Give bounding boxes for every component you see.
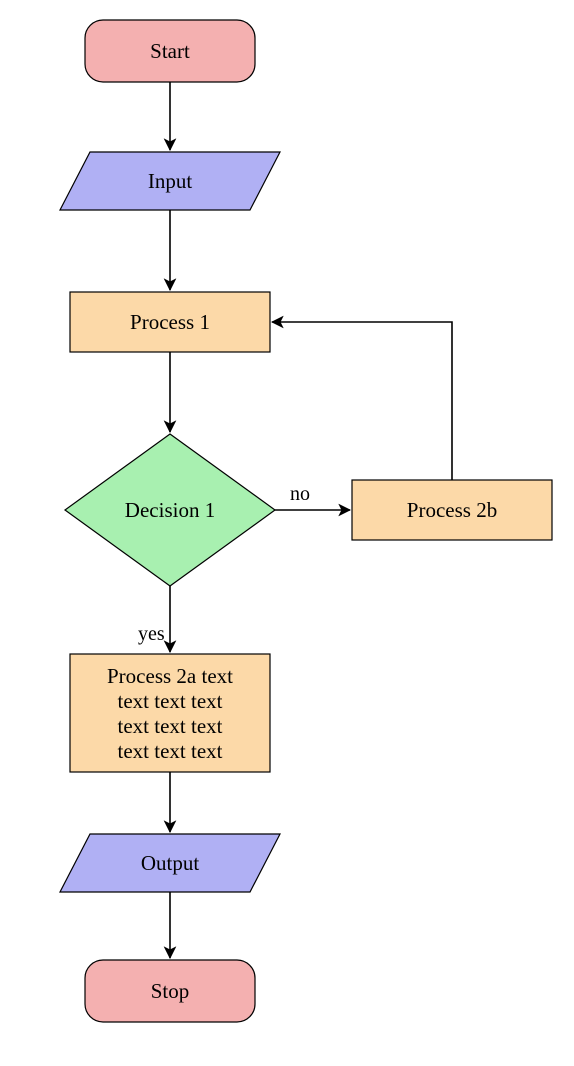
node-output: Output — [60, 834, 280, 892]
flowchart-canvas: Start Input Process 1 Decision 1 yes no … — [0, 0, 574, 1066]
node-process-2a-line-4: text text text — [118, 739, 223, 763]
node-stop: Stop — [85, 960, 255, 1022]
node-input-label: Input — [148, 169, 192, 193]
node-process-2a: Process 2a text text text text text text… — [70, 654, 270, 772]
edge-label-no: no — [290, 483, 310, 505]
node-input: Input — [60, 152, 280, 210]
node-process-1-label: Process 1 — [130, 310, 210, 334]
node-start-label: Start — [150, 39, 190, 63]
node-process-2a-line-3: text text text — [118, 714, 223, 738]
node-start: Start — [85, 20, 255, 82]
node-stop-label: Stop — [151, 979, 190, 1003]
node-process-2b: Process 2b — [352, 480, 552, 540]
node-process-2a-line-2: text text text — [118, 689, 223, 713]
node-process-2a-line-1: Process 2a text — [107, 664, 233, 688]
node-output-label: Output — [141, 851, 200, 875]
node-decision-1-label: Decision 1 — [125, 498, 215, 522]
node-process-2b-label: Process 2b — [407, 498, 497, 522]
edge-label-yes: yes — [138, 623, 165, 645]
node-decision-1: Decision 1 — [65, 434, 275, 586]
node-process-1: Process 1 — [70, 292, 270, 352]
edge-proc2b-proc1 — [272, 322, 452, 480]
